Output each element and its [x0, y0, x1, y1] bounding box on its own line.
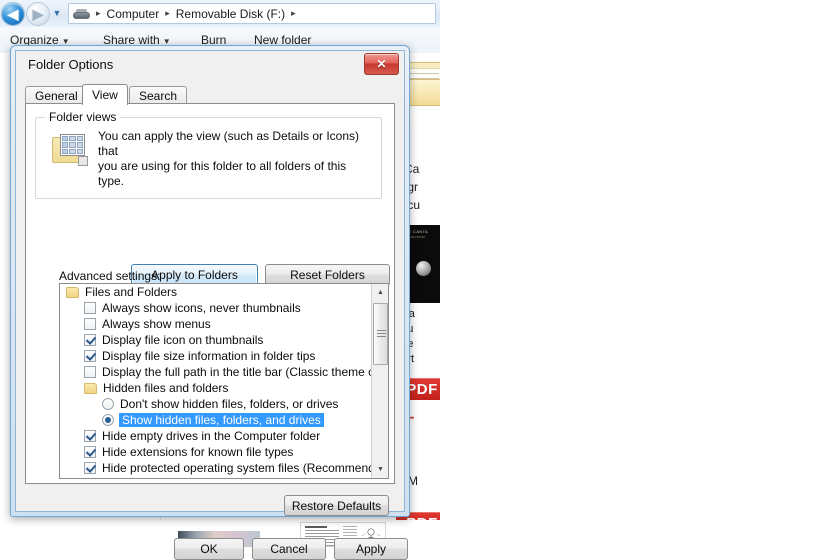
recent-pages-button[interactable]: ▼: [50, 7, 64, 19]
scroll-down-button[interactable]: ▼: [372, 461, 388, 478]
back-button[interactable]: ◀: [1, 2, 25, 26]
restore-defaults-button[interactable]: Restore Defaults: [284, 495, 389, 516]
advanced-setting-label: Always show menus: [102, 317, 211, 331]
removable-drive-icon: [73, 7, 90, 20]
advanced-setting-label: Display file icon on thumbnails: [102, 333, 264, 347]
advanced-setting-row[interactable]: Hide extensions for known file types: [60, 444, 371, 460]
list-scrollbar[interactable]: ▲ ▼: [371, 284, 388, 478]
advanced-setting-label: Display file size information in folder …: [102, 349, 316, 363]
advanced-setting-label: Hide protected operating system files (R…: [102, 461, 389, 475]
advanced-setting-row[interactable]: Hide protected operating system files (R…: [60, 460, 388, 476]
advanced-setting-row[interactable]: Always show menus: [60, 316, 371, 332]
advanced-setting-label: Hide extensions for known file types: [102, 445, 294, 459]
advanced-settings-label: Advanced settings:: [59, 269, 161, 283]
checkbox-checked-icon[interactable]: [84, 350, 96, 362]
breadcrumb-separator: ▸: [165, 8, 170, 18]
folder-views-description: You can apply the view (such as Details …: [98, 129, 370, 189]
folder-views-legend: Folder views: [45, 110, 121, 124]
tab-search[interactable]: Search: [129, 86, 188, 104]
cancel-button[interactable]: Cancel: [252, 538, 326, 560]
dialog-client-area: Folder Options ✕ General View Search Fol…: [15, 50, 408, 560]
scrollbar-grip-icon: [377, 330, 386, 339]
scrollbar-thumb[interactable]: [373, 303, 388, 365]
checkbox-unchecked-icon[interactable]: [84, 318, 96, 330]
address-breadcrumb-bar[interactable]: ▸ Computer ▸ Removable Disk (F:) ▸: [68, 3, 436, 24]
folder-icon: [66, 286, 79, 298]
tab-view[interactable]: View: [82, 84, 128, 105]
advanced-setting-row[interactable]: Hidden files and folders: [60, 380, 371, 396]
orb-icon: [416, 261, 431, 276]
advanced-setting-row[interactable]: Display the full path in the title bar (…: [60, 364, 388, 380]
advanced-setting-row[interactable]: Hide empty drives in the Computer folder: [60, 428, 371, 444]
folder-views-group: Folder views You can apply the view (suc…: [35, 110, 382, 199]
breadcrumb-computer[interactable]: Computer: [105, 7, 162, 21]
advanced-settings-rows: Files and Folders Always show icons, neve…: [60, 284, 388, 476]
advanced-setting-label: Don't show hidden files, folders, or dri…: [120, 397, 339, 411]
checkbox-unchecked-icon[interactable]: [84, 366, 96, 378]
apply-button[interactable]: Apply: [334, 538, 408, 560]
breadcrumb-separator: ▸: [96, 8, 101, 18]
advanced-setting-label: Hide empty drives in the Computer folder: [102, 429, 321, 443]
folder-options-dialog: Folder Options ✕ General View Search Fol…: [10, 45, 410, 560]
advanced-setting-label: Show hidden files, folders, and drives: [119, 413, 324, 427]
advanced-setting-row[interactable]: Show hidden files, folders, and drives: [60, 412, 371, 428]
folder-views-description-line2: you are using for this folder to all fol…: [98, 159, 347, 188]
advanced-setting-row[interactable]: Don't show hidden files, folders, or dri…: [60, 396, 371, 412]
breadcrumb-removable-disk[interactable]: Removable Disk (F:): [174, 7, 287, 21]
dialog-title: Folder Options: [28, 57, 114, 72]
ok-button[interactable]: OK: [174, 538, 244, 560]
checkbox-unchecked-icon[interactable]: [84, 302, 96, 314]
close-icon: ✕: [376, 57, 387, 71]
scroll-up-button[interactable]: ▲: [372, 284, 388, 301]
checkbox-checked-icon[interactable]: [84, 446, 96, 458]
folder-views-icon: [52, 134, 88, 166]
folder-views-description-line1: You can apply the view (such as Details …: [98, 129, 360, 158]
dialog-title-bar[interactable]: Folder Options ✕: [16, 51, 404, 79]
close-button[interactable]: ✕: [364, 53, 399, 75]
folder-icon: [84, 382, 97, 394]
chevron-down-icon: ▼: [52, 8, 62, 18]
advanced-setting-label: Files and Folders: [85, 285, 178, 299]
tab-general[interactable]: General: [25, 86, 88, 104]
forward-button[interactable]: ▶: [26, 2, 50, 26]
breadcrumb-separator-end[interactable]: ▸: [287, 8, 300, 19]
advanced-setting-label: Always show icons, never thumbnails: [102, 301, 301, 315]
back-arrow-icon: ◀: [7, 6, 19, 22]
advanced-setting-label: Hidden files and folders: [103, 381, 229, 395]
address-bar: ◀ ▶ ▼ ▸ Computer ▸ Removable Disk (F:) ▸: [0, 0, 440, 28]
advanced-setting-row[interactable]: Files and Folders: [60, 284, 371, 300]
advanced-setting-row[interactable]: Always show icons, never thumbnails: [60, 300, 371, 316]
advanced-setting-label: Display the full path in the title bar (…: [102, 365, 389, 379]
tab-strip: General View Search: [25, 84, 395, 105]
radio-unselected-icon[interactable]: [102, 398, 114, 410]
forward-arrow-icon: ▶: [32, 6, 44, 22]
advanced-settings-list[interactable]: Files and Folders Always show icons, neve…: [59, 283, 389, 479]
checkbox-checked-icon[interactable]: [84, 430, 96, 442]
advanced-setting-row[interactable]: Display file icon on thumbnails: [60, 332, 371, 348]
radio-selected-icon[interactable]: [102, 414, 114, 426]
advanced-setting-row[interactable]: Display file size information in folder …: [60, 348, 371, 364]
checkbox-checked-icon[interactable]: [84, 334, 96, 346]
checkbox-checked-icon[interactable]: [84, 462, 96, 474]
